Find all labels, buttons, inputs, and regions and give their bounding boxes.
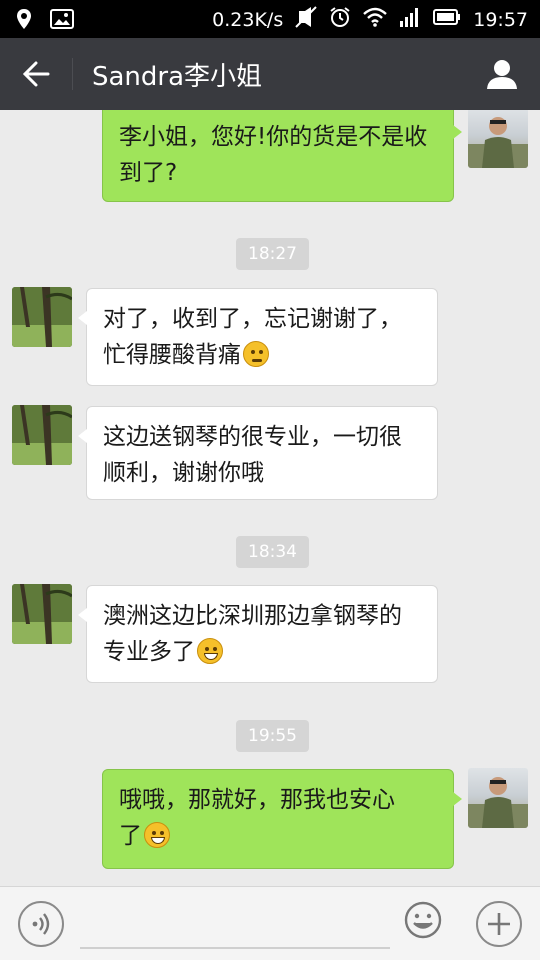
message-text-line: 这边送钢琴的很专业，一切很 [103,424,402,450]
my-avatar[interactable] [468,768,528,828]
message-text-line: 对了，收到了，忘记谢谢了， [103,306,402,332]
thinking-emoji-icon [243,341,269,367]
message-bubble-received[interactable]: 澳洲这边比深圳那边拿钢琴的 专业多了 [78,585,438,683]
message-input[interactable] [80,899,390,949]
timestamp: 19:55 [236,720,309,752]
input-bar [0,886,540,960]
chat-title: Sandra李小姐 [92,62,263,92]
plus-icon [488,913,510,935]
back-arrow-icon [22,61,50,87]
message-text-line: 了 [119,823,142,849]
message-bubble-sent[interactable]: 李小姐，您好!你的货是不是收 到了? [102,110,462,202]
contact-profile-icon [487,60,517,89]
battery-icon [433,8,461,31]
emoji-icon [404,901,442,939]
grin-emoji-icon [197,638,223,664]
message-bubble-sent[interactable]: 哦哦，那就好，那我也安心 了 [102,769,462,869]
clock: 19:57 [473,8,528,31]
contact-avatar[interactable] [12,584,72,644]
wifi-icon [363,7,388,32]
contact-avatar[interactable] [12,405,72,465]
status-bar: 0.23K/s 19:57 [0,0,540,38]
signal-icon [399,7,421,32]
contact-avatar[interactable] [12,287,72,347]
emoji-button[interactable] [404,901,442,939]
voice-icon [32,913,50,935]
message-bubble-received[interactable]: 这边送钢琴的很专业，一切很 顺利，谢谢你哦 [78,406,438,500]
more-options-button[interactable] [476,901,522,947]
voice-input-button[interactable] [18,901,64,947]
message-text-line: 顺利，谢谢你哦 [103,460,264,486]
chat-header: Sandra李小姐 [0,38,540,110]
timestamp: 18:34 [236,536,309,568]
message-text-line: 澳洲这边比深圳那边拿钢琴的 [103,603,402,629]
message-text-line: 哦哦，那就好，那我也安心 [119,787,395,813]
location-icon [16,8,32,34]
message-bubble-received[interactable]: 对了，收到了，忘记谢谢了， 忙得腰酸背痛 [78,288,438,386]
message-text-line: 专业多了 [103,639,195,665]
network-speed: 0.23K/s [212,8,284,31]
back-button[interactable] [10,52,62,96]
my-avatar[interactable] [468,110,528,168]
message-list[interactable]: 李小姐，您好!你的货是不是收 到了? 18:27 对了，收到了，忘记谢谢了， 忙… [0,110,540,886]
message-text-line: 李小姐，您好!你的货是不是收 [119,124,428,150]
image-notification-icon [50,9,74,33]
alarm-icon [329,6,351,33]
header-divider [72,58,73,90]
timestamp: 18:27 [236,238,309,270]
message-text-line: 忙得腰酸背痛 [103,342,241,368]
message-text-line: 到了? [119,160,178,186]
contact-profile-button[interactable] [478,52,526,96]
mute-icon [295,6,317,33]
grin-emoji-icon [144,822,170,848]
